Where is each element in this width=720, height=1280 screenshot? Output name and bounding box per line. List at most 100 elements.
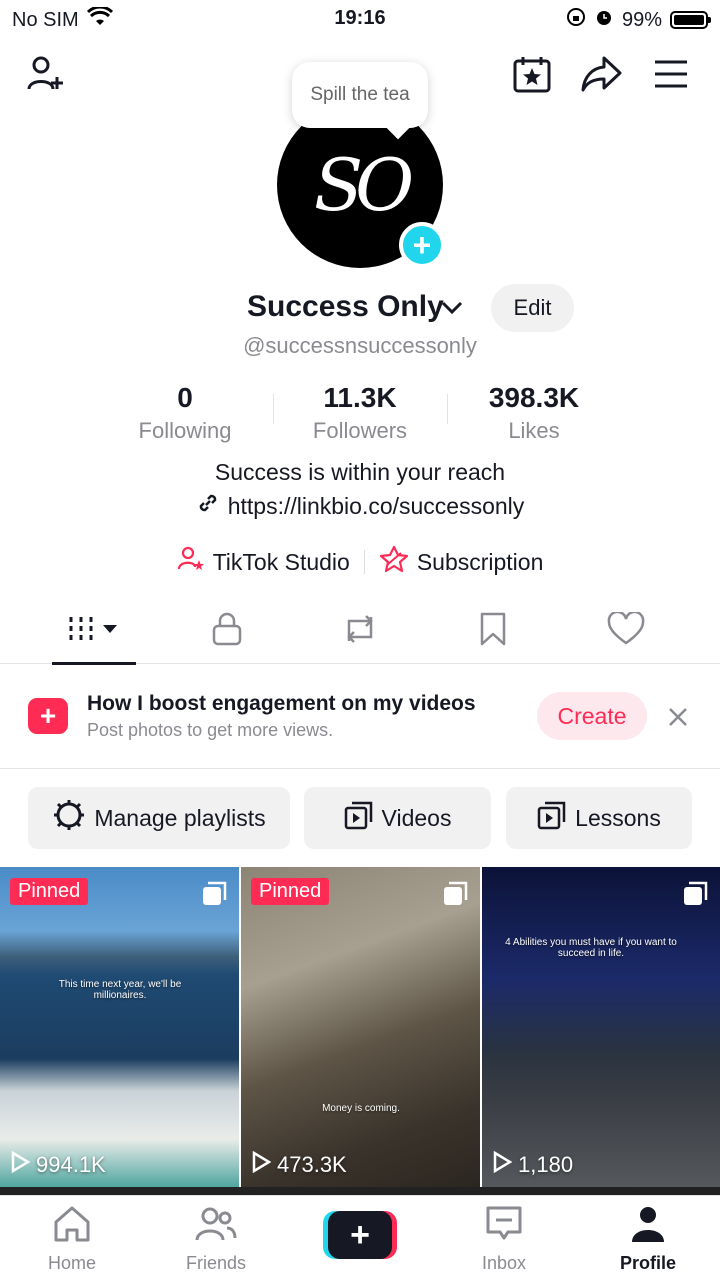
battery-icon: [670, 11, 711, 29]
play-icon: [492, 1150, 513, 1179]
repost-icon: [341, 611, 379, 652]
profile-stats: 0 Following 11.3K Followers 398.3K Likes: [0, 382, 720, 444]
lessons-playlist-button[interactable]: Lessons: [506, 787, 692, 849]
chip-label: Manage playlists: [94, 804, 266, 831]
avatar-logo: SO: [313, 143, 414, 227]
subscription-button[interactable]: Subscription: [379, 545, 544, 579]
nav-home[interactable]: Home: [12, 1204, 132, 1276]
nav-label: Home: [47, 1253, 96, 1273]
video-grid: Pinned This time next year, we'll be mil…: [0, 867, 720, 1187]
chip-label: Lessons: [575, 804, 661, 831]
banner-title: How I boost engagement on my videos: [87, 692, 476, 715]
close-icon[interactable]: [662, 701, 694, 733]
add-story-button[interactable]: +: [399, 222, 445, 268]
tab-saved[interactable]: [451, 598, 535, 664]
alarm-icon: [594, 7, 614, 33]
tooltip-bubble[interactable]: Spill the tea: [292, 62, 428, 128]
gear-icon: [52, 798, 86, 838]
stat-label: Following: [138, 418, 232, 443]
star-badge-icon: [379, 545, 409, 579]
pinned-badge: Pinned: [10, 878, 89, 905]
username: @successnsuccessonly: [243, 333, 477, 358]
playlist-chips: Manage playlists Videos Lessons: [0, 787, 720, 849]
status-bar: No SIM 19:16 99%: [0, 0, 720, 38]
chip-label: Videos: [381, 804, 452, 831]
video-thumbnail[interactable]: Pinned Money is coming. 473.3K: [241, 867, 480, 1187]
link-text: https://linkbio.co/successonly: [227, 492, 525, 519]
playlist-icon: [344, 800, 374, 836]
view-count-text: 994.1K: [36, 1152, 106, 1177]
divider: [447, 394, 448, 424]
video-caption: This time next year, we'll be millionair…: [58, 979, 182, 1001]
playlist-icon: [537, 800, 567, 836]
orientation-lock-icon: [566, 7, 586, 33]
stat-label: Followers: [312, 418, 408, 443]
view-count-text: 473.3K: [277, 1152, 347, 1177]
create-post-button[interactable]: +: [323, 1211, 397, 1259]
tiktok-studio-button[interactable]: TikTok Studio: [177, 545, 350, 579]
heart-icon: [607, 610, 645, 651]
video-caption: 4 Abilities you must have if you want to…: [505, 937, 677, 959]
grid-icon: [67, 613, 121, 650]
nav-inbox[interactable]: Inbox: [444, 1204, 564, 1276]
video-thumbnail[interactable]: 4 Abilities you must have if you want to…: [482, 867, 720, 1187]
tab-videos-grid[interactable]: [52, 598, 136, 665]
friends-icon: [194, 1204, 238, 1249]
create-button[interactable]: Create: [537, 692, 647, 740]
manage-playlists-button[interactable]: Manage playlists: [28, 787, 290, 849]
profile-icon: [628, 1204, 668, 1249]
name-row: Success Only Edit: [0, 284, 720, 334]
bottom-nav: Home Friends + Inbox Profile: [0, 1195, 720, 1280]
nav-profile[interactable]: Profile: [588, 1204, 708, 1276]
subscription-label: Subscription: [416, 548, 544, 575]
chevron-down-icon[interactable]: [440, 298, 464, 323]
banner-subtitle: Post photos to get more views.: [87, 720, 334, 740]
tab-private[interactable]: [185, 598, 269, 664]
divider: [273, 394, 274, 424]
stat-value: 0: [177, 382, 193, 413]
share-icon[interactable]: [577, 50, 625, 98]
plus-icon: +: [328, 1211, 392, 1259]
lock-icon: [211, 611, 243, 652]
pinned-badge: Pinned: [251, 878, 330, 905]
person-star-icon: [177, 545, 205, 579]
tab-reposts[interactable]: [318, 598, 402, 664]
stat-followers[interactable]: 11.3K Followers: [275, 382, 445, 444]
videos-playlist-button[interactable]: Videos: [304, 787, 491, 849]
video-thumbnail[interactable]: Pinned This time next year, we'll be mil…: [0, 867, 239, 1187]
menu-icon[interactable]: [647, 50, 695, 98]
view-count: 994.1K: [10, 1150, 106, 1179]
tiktok-studio-label: TikTok Studio: [212, 548, 350, 575]
display-name: Success Only: [247, 290, 444, 323]
stat-following[interactable]: 0 Following: [100, 382, 270, 444]
add-friend-icon[interactable]: [22, 50, 70, 98]
photo-carousel-icon: [201, 881, 227, 912]
play-icon: [10, 1150, 31, 1179]
view-count: 473.3K: [251, 1150, 347, 1179]
engagement-banner: + How I boost engagement on my videos Po…: [0, 665, 720, 769]
view-count: 1,180: [492, 1150, 574, 1179]
photo-carousel-icon: [442, 881, 468, 912]
calendar-star-icon[interactable]: [508, 50, 556, 98]
divider: [363, 550, 365, 574]
bio-link[interactable]: https://linkbio.co/successonly: [0, 491, 720, 521]
nav-label: Friends: [185, 1253, 247, 1273]
view-count-text: 1,180: [518, 1152, 574, 1177]
stat-likes[interactable]: 398.3K Likes: [449, 382, 619, 444]
stat-label: Likes: [508, 418, 560, 443]
stat-value: 11.3K: [323, 382, 397, 413]
tab-liked[interactable]: [584, 598, 668, 664]
edit-profile-button[interactable]: Edit: [491, 284, 574, 332]
nav-label: Profile: [619, 1253, 676, 1273]
nav-label: Inbox: [481, 1253, 527, 1273]
battery-percent: 99%: [621, 8, 662, 31]
play-icon: [251, 1150, 272, 1179]
creator-tools: TikTok Studio Subscription: [0, 544, 720, 580]
bookmark-icon: [479, 611, 507, 652]
video-caption: Money is coming.: [322, 1103, 400, 1114]
nav-friends[interactable]: Friends: [156, 1204, 276, 1276]
link-icon: [196, 491, 220, 521]
inbox-icon: [484, 1204, 524, 1249]
content-tabs: [0, 598, 720, 665]
camera-plus-icon: +: [28, 698, 68, 734]
